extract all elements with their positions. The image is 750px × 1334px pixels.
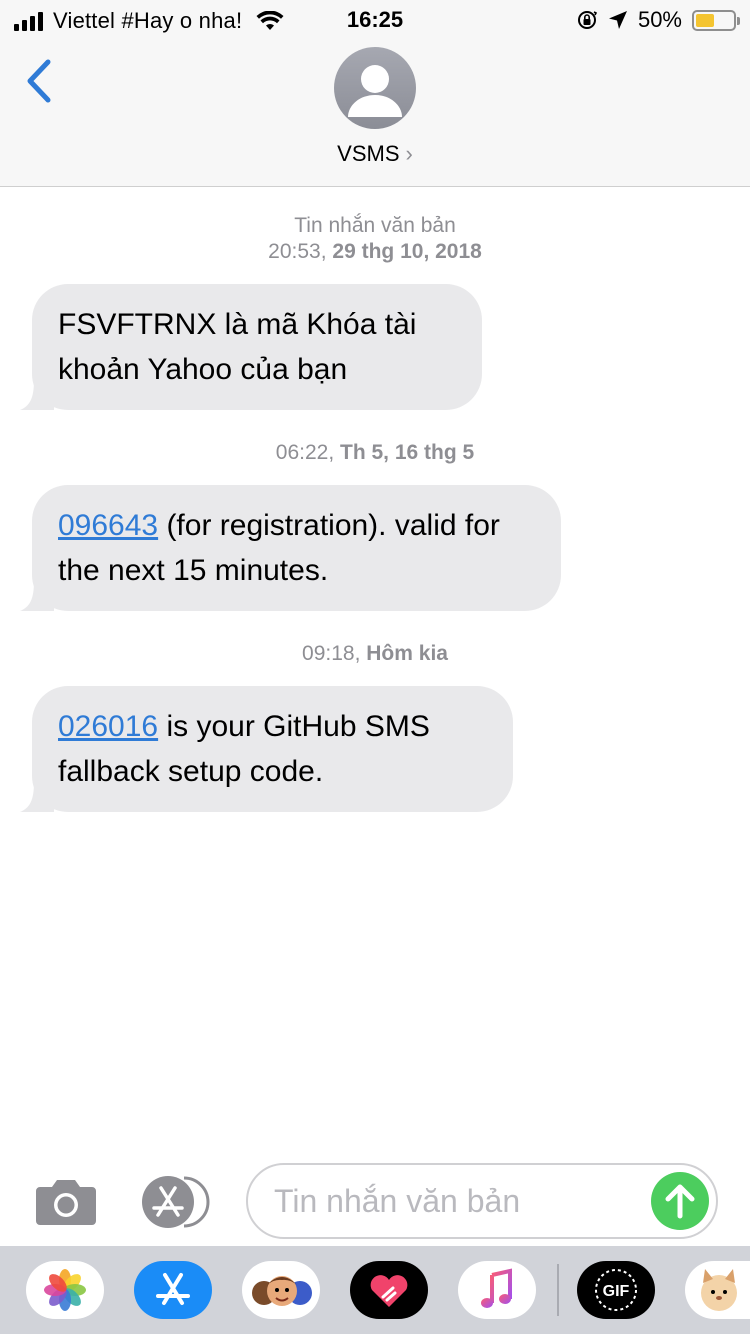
digital-touch-icon[interactable] xyxy=(350,1261,428,1319)
music-icon[interactable] xyxy=(458,1261,536,1319)
message-bubble[interactable]: FSVFTRNX là mã Khóa tài khoản Yahoo của … xyxy=(20,284,482,410)
person-icon xyxy=(348,65,402,117)
battery-level xyxy=(696,13,714,27)
photos-icon[interactable] xyxy=(26,1261,104,1319)
chevron-left-icon[interactable] xyxy=(22,58,58,104)
sticker-icon[interactable] xyxy=(685,1261,750,1319)
timestamp-time: 06:22, xyxy=(275,441,335,464)
app-drawer: GIF xyxy=(0,1246,750,1334)
app-store-icon[interactable] xyxy=(140,1175,212,1229)
message-input[interactable]: Tin nhắn văn bản xyxy=(246,1163,718,1239)
location-arrow-icon xyxy=(608,11,627,29)
bubble-tail xyxy=(20,782,54,812)
camera-icon[interactable] xyxy=(34,1177,98,1227)
timestamp: 09:18, Hôm kia xyxy=(0,641,750,667)
status-right: 50% xyxy=(576,7,740,33)
orientation-lock-icon xyxy=(577,11,598,29)
message-input-placeholder: Tin nhắn văn bản xyxy=(274,1183,521,1219)
message-bubble[interactable]: 026016 is your GitHub SMS fallback setup… xyxy=(20,686,513,812)
battery-icon xyxy=(692,9,740,31)
bubble-tail xyxy=(20,380,54,410)
contact-name: VSMS xyxy=(337,141,400,166)
drawer-divider xyxy=(557,1264,559,1316)
send-button[interactable] xyxy=(651,1172,709,1230)
message-text: FSVFTRNX là mã Khóa tài khoản Yahoo của … xyxy=(58,308,417,386)
verification-code-link[interactable]: 026016 xyxy=(58,710,158,743)
timestamp-time: 09:18, xyxy=(302,642,361,665)
timestamp: 06:22, Th 5, 16 thg 5 xyxy=(0,440,750,466)
conversation-header: Viettel #Hay o nha! 16:25 50% VSMS › xyxy=(0,0,750,187)
message-bubble[interactable]: 096643 (for registration). valid for the… xyxy=(20,485,561,611)
timestamp-date: Hôm kia xyxy=(366,642,448,665)
app-store-icon[interactable] xyxy=(134,1261,212,1319)
timestamp: 20:53, 29 thg 10, 2018 xyxy=(0,239,750,265)
timestamp-time: 20:53, xyxy=(268,240,327,263)
timestamp-date: Th 5, 16 thg 5 xyxy=(340,441,475,464)
bubble-tail xyxy=(20,581,54,611)
contact-name-button[interactable]: VSMS › xyxy=(0,141,750,167)
timestamp-date: 29 thg 10, 2018 xyxy=(332,240,482,263)
timestamp-header: Tin nhắn văn bản xyxy=(294,214,456,237)
svg-text:GIF: GIF xyxy=(603,1283,630,1300)
status-bar: Viettel #Hay o nha! 16:25 50% xyxy=(0,0,750,40)
gif-icon[interactable]: GIF xyxy=(577,1261,655,1319)
battery-percent: 50% xyxy=(637,7,682,32)
memoji-icon[interactable] xyxy=(242,1261,320,1319)
chevron-right-icon: › xyxy=(405,141,413,166)
arrow-up-icon xyxy=(665,1184,695,1219)
contact-avatar[interactable] xyxy=(334,47,416,129)
verification-code-link[interactable]: 096643 xyxy=(58,509,158,542)
